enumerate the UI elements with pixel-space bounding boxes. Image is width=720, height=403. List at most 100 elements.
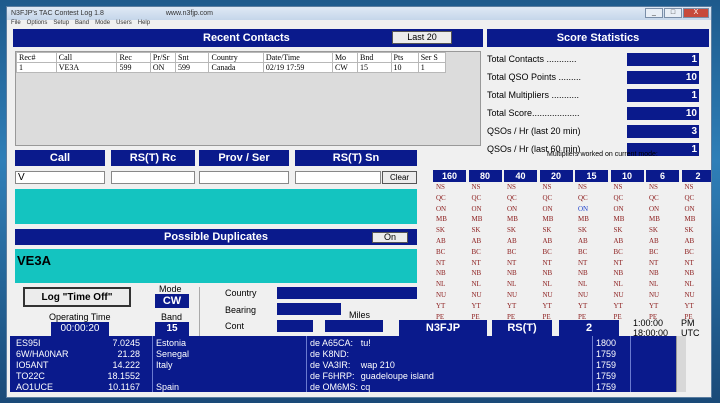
prov-serial-input[interactable] [199,171,289,184]
multiplier-cell: NL [578,280,588,289]
multiplier-cell: AB [542,236,553,245]
stat-label-multipliers: Total Multipliers ........... [487,90,580,100]
rst-sent-label: RS(T) Sn [295,150,417,166]
menu-options[interactable]: Options [27,20,48,28]
cell-snt: 599 [175,62,210,73]
col-snt: Snt [175,52,210,63]
multiplier-cell: NS [578,183,587,191]
maximize-button[interactable]: □ [664,8,682,18]
spot-country: Estonia [156,338,187,348]
info-display [15,189,417,224]
spot-row[interactable]: ES95I 7.0245 Estonia de A65CA: tu! 1800 [10,338,676,349]
multiplier-cell: NU [471,290,482,299]
multiplier-cell: SK [507,226,516,235]
menu-setup[interactable]: Setup [53,20,69,28]
spot-row[interactable]: 6W/HA0NAR 21.28 Senegal de K8ND: 1759 [10,349,676,360]
rst-sent-input[interactable] [295,171,381,184]
multiplier-cell: BC [542,247,552,256]
multiplier-cell: ON [471,204,482,213]
stat-label-rate-20: QSOs / Hr (last 20 min) [487,126,581,136]
multiplier-cell: YT [507,301,517,310]
multiplier-cell: NT [684,258,694,267]
spots-scrollbar[interactable] [676,336,686,392]
menu-help[interactable]: Help [138,20,150,28]
multiplier-cell: YT [436,301,446,310]
operator-call: N3FJP [399,320,487,337]
spot-spotter: de F6HRP: [310,371,355,381]
mode-value[interactable]: CW [155,294,189,308]
spot-row[interactable]: AO1UCE 10.1167 Spain de OM6MS: cq 1759 [10,382,676,392]
band-header: 2 [681,170,711,182]
cell-call: VE3A [55,62,118,73]
operating-time-value: 00:00:20 [51,322,109,336]
rst-received-input[interactable] [111,171,195,184]
menu-file[interactable]: File [11,20,21,28]
country-label: Country [225,288,257,298]
multiplier-cell: QC [471,193,482,202]
multiplier-column: 6 NS QC ON MB SK AB BC NT NB NL NU YT PE [646,170,679,322]
spot-call: IO5ANT [16,360,49,370]
multiplier-cell: NU [507,290,518,299]
multiplier-cell: BC [649,247,659,256]
multiplier-cell: QC [542,193,553,202]
last-20-button[interactable]: Last 20 [392,31,452,44]
multiplier-cell: SK [578,226,587,235]
duplicates-list[interactable]: VE3A [15,249,417,283]
spot-row[interactable]: IO5ANT 14.222 Italy de VA3IR: wap 210 1759 [10,360,676,371]
multiplier-cell: NT [649,258,659,267]
miles-label: Miles [349,310,371,320]
duplicates-on-button[interactable]: On [372,232,408,243]
band-label: Band [161,312,183,322]
close-button[interactable]: X [683,8,709,18]
multiplier-cell: YT [578,301,588,310]
band-header: 15 [575,170,608,182]
multiplier-column: 15 NS QC ON MB SK AB BC NT NB NL NU YT PE [575,170,608,322]
multiplier-cell: SK [471,226,481,235]
multiplier-cell: NB [578,269,588,278]
spot-row[interactable]: TO22C 18.1552 de F6HRP: guadeloupe island 17… [10,371,676,382]
multiplier-cell: MB [649,215,660,224]
call-input[interactable]: V [15,171,105,184]
multiplier-cell: YT [542,301,552,310]
log-time-off-button[interactable]: Log "Time Off" [23,287,131,307]
multiplier-cell: SK [436,226,445,235]
col-rec-rst: Rec [116,52,151,63]
minimize-button[interactable]: _ [645,8,663,18]
spot-spotter: de A65CA: [310,338,354,348]
multiplier-cell: NU [684,290,695,299]
clear-button[interactable]: Clear [382,171,417,184]
cell-rec: 1 [16,62,57,73]
multiplier-cell: NS [542,183,552,191]
multiplier-cell: AB [613,236,624,245]
col-band: Bnd [357,52,392,63]
band-header: 6 [646,170,679,182]
menu-users[interactable]: Users [116,20,132,28]
multiplier-cell: NT [542,258,552,267]
multiplier-cell: QC [436,193,446,202]
cell-pts: 10 [390,62,419,73]
multiplier-cell: ON [649,204,660,213]
multiplier-column: 10 NS QC ON MB SK AB BC NT NB NL NU YT PE [610,170,644,322]
continent-value [277,320,313,332]
menu-mode[interactable]: Mode [95,20,110,28]
table-row[interactable]: 1 VE3A 599 ON 599 Canada 02/19 17:59 CW … [16,62,447,73]
multiplier-cell: NB [542,269,553,278]
multiplier-cell: NL [436,280,446,289]
duplicates-title: Possible Duplicates [164,231,268,243]
spot-country: Italy [156,360,173,370]
multiplier-cell: MB [613,215,625,224]
multiplier-cell: QC [613,193,624,202]
dx-spots-list[interactable]: ES95I 7.0245 Estonia de A65CA: tu! 1800 6W/HA0… [10,336,686,392]
menu-band[interactable]: Band [75,20,89,28]
spot-freq: 14.222 [112,360,140,370]
multiplier-cell: NB [684,269,695,278]
col-serial: Ser S [417,52,447,63]
multiplier-cell: NT [507,258,517,267]
duplicates-header: Possible Duplicates [15,229,417,245]
recent-contacts-grid[interactable]: Rec# Call Rec Pr/Sr Snt Country Date/Tim… [15,51,481,146]
score-stats-header: Score Statistics [487,29,709,47]
band-value[interactable]: 15 [155,322,189,336]
multiplier-cell: NL [684,280,694,289]
multiplier-cell: AB [471,236,482,245]
multiplier-cell: NS [436,183,445,191]
